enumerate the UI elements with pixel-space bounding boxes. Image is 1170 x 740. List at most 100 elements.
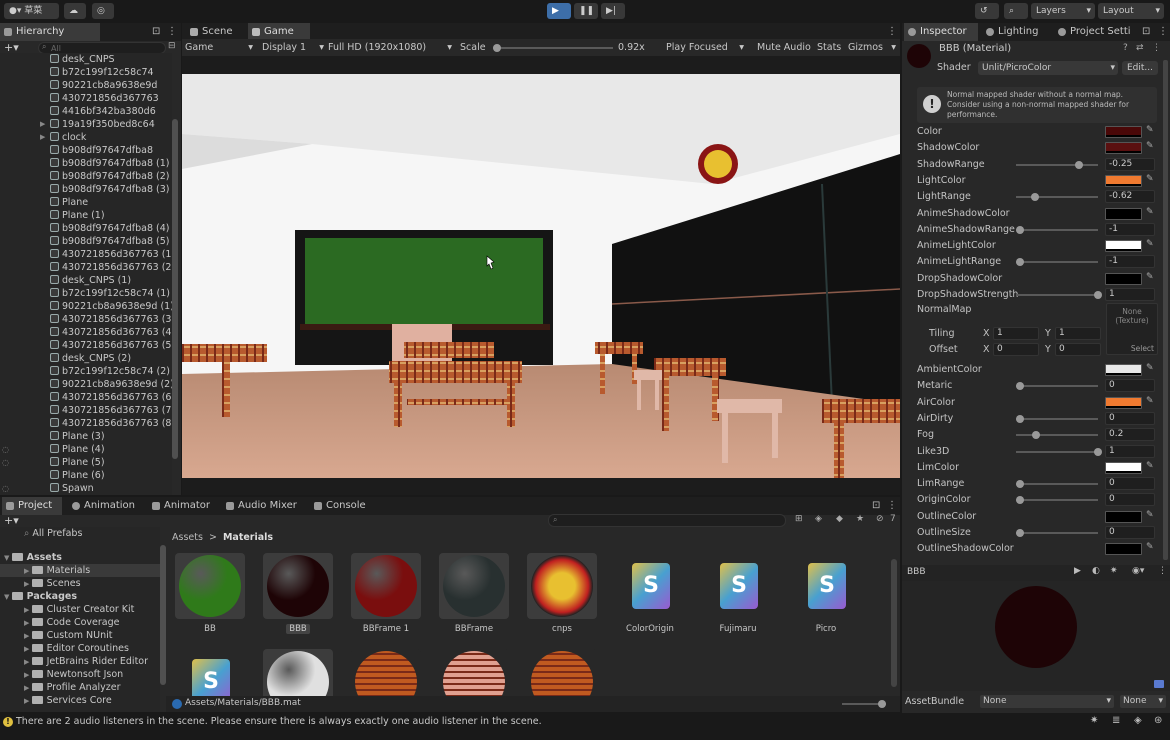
hierarchy-item[interactable]: desk_CNPS (1): [0, 274, 131, 287]
icon-size-slider[interactable]: [842, 700, 886, 708]
edit-shader-button[interactable]: Edit...: [1122, 61, 1158, 75]
more-menu-icon[interactable]: ⋮: [1158, 566, 1167, 576]
collapse-arrow-icon[interactable]: ▼: [4, 554, 12, 562]
hierarchy-item[interactable]: b908df97647dfba8 (2): [0, 170, 170, 183]
status-message[interactable]: There are 2 audio listeners in the scene…: [16, 716, 542, 727]
property-value-field[interactable]: 0: [1105, 477, 1155, 491]
hierarchy-item[interactable]: b908df97647dfba8 (3): [0, 183, 170, 196]
icon-size-slider-knob[interactable]: [878, 700, 886, 708]
color-swatch[interactable]: [1105, 207, 1142, 220]
hierarchy-item[interactable]: Plane (1): [0, 209, 105, 222]
slider-knob[interactable]: [1016, 529, 1024, 537]
asset-grid-scrollbar[interactable]: [891, 559, 897, 687]
eyedropper-icon[interactable]: ✎: [1146, 141, 1154, 151]
display-dropdown[interactable]: Display 1 ▾: [262, 41, 324, 54]
hierarchy-item[interactable]: 430721856d367763 (7: [0, 404, 171, 417]
color-swatch[interactable]: [1105, 396, 1142, 409]
tiling-x-field[interactable]: 1: [993, 327, 1039, 340]
expand-arrow-icon[interactable]: ▶: [40, 118, 45, 131]
hierarchy-item[interactable]: desk_CNPS (2): [0, 352, 131, 365]
property-value-field[interactable]: 0: [1105, 379, 1155, 393]
tab-animator[interactable]: Animator: [148, 497, 214, 515]
expand-arrow-icon[interactable]: ▶: [24, 645, 32, 653]
asset-item[interactable]: BBFrame: [434, 553, 514, 634]
debug-icon[interactable]: ✷: [1090, 715, 1098, 726]
asset-item[interactable]: S: [170, 649, 250, 696]
color-swatch[interactable]: [1105, 364, 1142, 376]
asset-item[interactable]: [346, 649, 426, 696]
hierarchy-item[interactable]: ◌ Plane (5): [0, 456, 105, 469]
hierarchy-item[interactable]: b72c199f12c58c74 (1): [0, 287, 170, 300]
more-menu-icon[interactable]: ⋮: [1158, 26, 1168, 37]
search-button[interactable]: ⌕: [1004, 3, 1028, 19]
project-folder-item[interactable]: ▶ Editor Coroutines: [0, 642, 160, 655]
eyedropper-icon[interactable]: ✎: [1146, 510, 1154, 520]
color-swatch[interactable]: [1105, 142, 1142, 155]
collapse-arrow-icon[interactable]: ▼: [4, 593, 12, 601]
asset-item[interactable]: BBB: [258, 553, 338, 634]
offset-y-field[interactable]: 0: [1055, 343, 1101, 356]
color-swatch[interactable]: [1105, 126, 1142, 138]
property-value-field[interactable]: 0: [1105, 411, 1155, 425]
asset-item[interactable]: S Picro: [786, 553, 866, 634]
expand-arrow-icon[interactable]: ▶: [24, 632, 32, 640]
hierarchy-item[interactable]: b908df97647dfba8 (4): [0, 222, 170, 235]
cloud-button[interactable]: ☁: [64, 3, 86, 19]
property-value-field[interactable]: 0: [1105, 493, 1155, 507]
preview-mesh-icon[interactable]: ◐: [1092, 566, 1100, 576]
hidden-packages-icon[interactable]: ⊘: [876, 514, 884, 524]
assetbundle-dropdown[interactable]: None ▾: [980, 695, 1114, 708]
step-button[interactable]: ▶|: [601, 3, 625, 19]
expand-arrow-icon[interactable]: ▶: [24, 658, 32, 666]
hierarchy-item[interactable]: ▶ 19a19f350bed8c64: [0, 118, 155, 131]
scale-slider-knob[interactable]: [493, 44, 501, 52]
hierarchy-item[interactable]: b72c199f12c58c74: [0, 66, 154, 79]
asset-item[interactable]: [434, 649, 514, 696]
tab-animation[interactable]: Animation: [68, 497, 142, 515]
property-slider[interactable]: [1016, 480, 1098, 489]
hidden-eye-icon[interactable]: ◌: [2, 482, 9, 495]
slider-knob[interactable]: [1016, 225, 1024, 234]
slider-knob[interactable]: [1094, 291, 1102, 299]
lock-icon[interactable]: ⊡: [872, 500, 880, 511]
gizmos-dropdown[interactable]: Gizmos ▾: [848, 41, 898, 54]
assetbundle-variant-dropdown[interactable]: None ▾: [1120, 695, 1166, 708]
project-folder-item[interactable]: ▶ JetBrains Rider Editor: [0, 655, 160, 668]
normalmap-texture-slot[interactable]: None (Texture) Select: [1106, 303, 1158, 355]
expand-arrow-icon[interactable]: ▶: [24, 684, 32, 692]
all-prefabs-item[interactable]: ⌕ All Prefabs: [24, 527, 82, 540]
hierarchy-item[interactable]: ◌ Plane (4): [0, 443, 105, 456]
hierarchy-item[interactable]: b908df97647dfba8 (1): [0, 157, 170, 170]
hierarchy-item[interactable]: 90221cb8a9638e9d (1): [0, 300, 172, 313]
hierarchy-item[interactable]: 430721856d367763 (6: [0, 391, 171, 404]
progress-icon[interactable]: ◈: [1134, 715, 1142, 726]
expand-arrow-icon[interactable]: ▶: [24, 671, 32, 679]
eyedropper-icon[interactable]: ✎: [1146, 207, 1154, 217]
type-filter-icon[interactable]: ◈: [815, 514, 822, 524]
hierarchy-item[interactable]: b72c199f12c58c74 (2): [0, 365, 170, 378]
help-icon[interactable]: ?: [1123, 43, 1128, 53]
project-search-input[interactable]: ⌕: [548, 514, 786, 527]
expand-arrow-icon[interactable]: ▶: [40, 131, 45, 144]
offset-x-field[interactable]: 0: [993, 343, 1039, 356]
tab-lighting[interactable]: Lighting: [982, 23, 1052, 41]
mute-audio-toggle[interactable]: Mute Audio: [757, 41, 811, 54]
eyedropper-icon[interactable]: ✎: [1146, 461, 1154, 471]
color-swatch[interactable]: [1105, 510, 1142, 523]
hierarchy-item[interactable]: Plane: [0, 196, 88, 209]
project-folder-item[interactable]: ▶ Profile Analyzer: [0, 681, 160, 694]
game-view[interactable]: [182, 74, 900, 478]
hierarchy-item[interactable]: 430721856d367763 (4: [0, 326, 171, 339]
cache-icon[interactable]: ≣: [1112, 715, 1120, 726]
property-value-field[interactable]: 1: [1105, 444, 1155, 458]
tree-scrollbar[interactable]: [160, 545, 166, 685]
game-mode-dropdown[interactable]: Game ▾: [185, 41, 255, 54]
eyedropper-icon[interactable]: ✎: [1146, 174, 1154, 184]
expand-arrow-icon[interactable]: ▶: [24, 619, 32, 627]
hierarchy-item[interactable]: 430721856d367763 (5: [0, 339, 171, 352]
tab-project[interactable]: Project: [2, 497, 62, 515]
inspector-scrollbar[interactable]: [1163, 60, 1168, 560]
expand-arrow-icon[interactable]: ▶: [24, 606, 32, 614]
filter-icon[interactable]: ⊟: [168, 41, 176, 51]
light-icon[interactable]: ✷: [1110, 566, 1118, 576]
